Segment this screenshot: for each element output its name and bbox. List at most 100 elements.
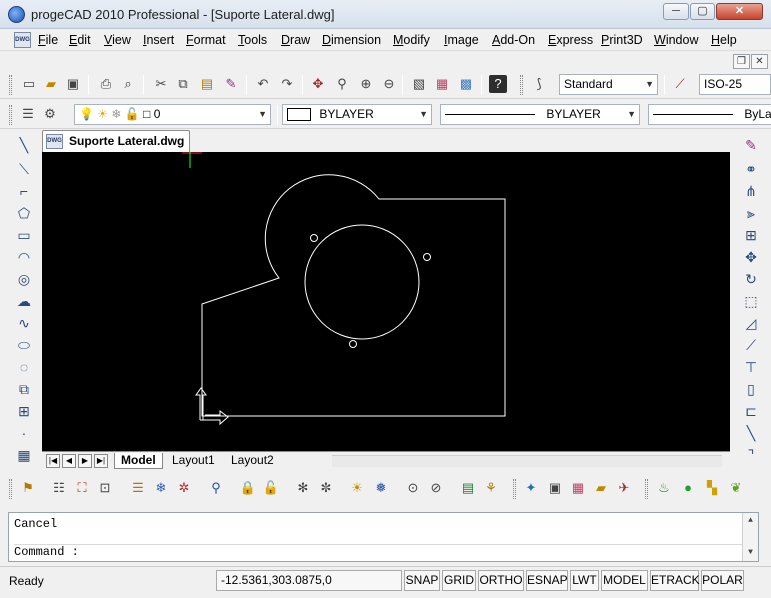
thaw-all-icon[interactable]: ✻ xyxy=(294,479,312,497)
match-properties-icon[interactable]: ✎ xyxy=(222,75,240,93)
toolbar-grip[interactable] xyxy=(9,75,12,95)
scroll-down-icon[interactable]: ▼ xyxy=(743,547,758,559)
next-tab-button[interactable]: ▶ xyxy=(78,454,92,468)
render-icon[interactable]: ✦ xyxy=(522,479,540,497)
lwt-toggle[interactable]: LWT xyxy=(570,570,599,591)
menu-draw[interactable]: Draw xyxy=(281,33,310,47)
trim-icon[interactable]: ⊤ xyxy=(742,358,760,376)
make-block-icon[interactable]: ⊞ xyxy=(15,402,33,420)
text-style-dropdown[interactable]: Standard ▼ xyxy=(559,74,658,95)
spline-icon[interactable]: ∿ xyxy=(15,314,33,332)
menu-print3d[interactable]: Print3D xyxy=(601,33,643,47)
zoom-previous-icon[interactable]: ⊖ xyxy=(380,75,398,93)
open-folder-icon[interactable]: ▰ xyxy=(42,75,60,93)
properties-icon[interactable]: ▧ xyxy=(410,75,428,93)
horizontal-scrollbar[interactable] xyxy=(332,455,722,467)
layer-dropdown[interactable]: 💡 ☀ ❄ 🔓 □ 0 ▼ xyxy=(74,104,271,125)
zoom-realtime-icon[interactable]: ⚲ xyxy=(333,75,351,93)
mdi-restore-button[interactable]: ❐ xyxy=(733,54,750,69)
infinite-line-icon[interactable]: ⟍ xyxy=(15,160,33,178)
insert-block-icon[interactable]: ⧉ xyxy=(15,380,33,398)
layer-change-icon[interactable]: ⛶ xyxy=(73,479,91,497)
last-tab-button[interactable]: ▶| xyxy=(94,454,108,468)
menu-modify[interactable]: Modify xyxy=(393,33,430,47)
toolbar-grip[interactable] xyxy=(9,105,12,125)
linetype-dropdown[interactable]: BYLAYER ▼ xyxy=(440,104,640,125)
lengthen-icon[interactable]: ⟋ xyxy=(742,336,760,354)
command-scrollbar[interactable]: ▲ ▼ xyxy=(742,513,758,561)
toolbar-grip[interactable] xyxy=(513,479,516,499)
menu-help[interactable]: Help xyxy=(711,33,737,47)
image-attach-icon[interactable]: ▣ xyxy=(546,479,564,497)
layer-match-icon[interactable]: ☷ xyxy=(50,479,68,497)
extend-icon[interactable]: ▯ xyxy=(742,380,760,398)
esnap-toggle[interactable]: ESNAP xyxy=(526,570,568,591)
layer-lock-all-icon[interactable]: ⊙ xyxy=(404,479,422,497)
point-icon[interactable]: · xyxy=(15,424,33,442)
help-icon[interactable]: ? xyxy=(489,75,507,93)
line-icon[interactable]: ╲ xyxy=(15,136,33,154)
polyline-icon[interactable]: ⌐ xyxy=(15,182,33,200)
offset-icon[interactable]: ⫸ xyxy=(742,204,760,222)
cloud-icon[interactable]: ☁ xyxy=(15,292,33,310)
model-toggle[interactable]: MODEL xyxy=(601,570,648,591)
green-circle-icon[interactable]: ● xyxy=(679,479,697,497)
pan-icon[interactable]: ✥ xyxy=(309,75,327,93)
print-preview-icon[interactable]: ⌕ xyxy=(119,75,137,93)
layer-delete-icon[interactable]: ▤ xyxy=(459,479,477,497)
lineweight-dropdown[interactable]: ByLa xyxy=(648,104,771,125)
layer-previous-icon[interactable]: ⚙ xyxy=(41,105,59,123)
scroll-up-icon[interactable]: ▲ xyxy=(743,515,758,527)
redo-icon[interactable]: ↷ xyxy=(278,75,296,93)
command-window[interactable]: Cancel Command : ▲ ▼ xyxy=(8,512,759,562)
tab-layout2[interactable]: Layout2 xyxy=(225,453,280,469)
first-tab-button[interactable]: |◀ xyxy=(46,454,60,468)
previous-tab-button[interactable]: ◀ xyxy=(62,454,76,468)
array-icon[interactable]: ⊞ xyxy=(742,226,760,244)
mdi-close-button[interactable]: ✕ xyxy=(751,54,768,69)
rotate-icon[interactable]: ↻ xyxy=(742,270,760,288)
dimension-style-dropdown[interactable]: ISO-25 xyxy=(699,74,771,95)
toolbar-grip[interactable] xyxy=(520,75,523,95)
menu-file[interactable]: File xyxy=(38,33,58,47)
print-icon[interactable]: ⎙ xyxy=(97,75,115,93)
break-icon[interactable]: ⊏ xyxy=(742,402,760,420)
layer-walk-icon[interactable]: ⚲ xyxy=(207,479,225,497)
layer-isolate-icon[interactable]: ⊡ xyxy=(96,479,114,497)
layers-on-icon[interactable]: ☀ xyxy=(348,479,366,497)
fillet-icon[interactable]: ⌝ xyxy=(742,446,760,464)
layer-freeze-icon[interactable]: ❄ xyxy=(152,479,170,497)
menu-view[interactable]: View xyxy=(104,33,131,47)
tool-palettes-icon[interactable]: ▩ xyxy=(457,75,475,93)
hatch-icon[interactable]: ▦ xyxy=(15,446,33,464)
menu-image[interactable]: Image xyxy=(444,33,479,47)
tab-layout1[interactable]: Layout1 xyxy=(166,453,221,469)
checker-icon[interactable]: ▚ xyxy=(703,479,721,497)
command-input-line[interactable]: Command : xyxy=(14,544,742,559)
polar-toggle[interactable]: POLAR xyxy=(701,570,744,591)
zoom-window-icon[interactable]: ⊕ xyxy=(357,75,375,93)
arc-icon[interactable]: ◠ xyxy=(15,248,33,266)
ellipse-icon[interactable]: ⬭ xyxy=(15,336,33,354)
layer-manager-icon[interactable]: ☰ xyxy=(19,105,37,123)
layers-thaw-icon[interactable]: ❅ xyxy=(372,479,390,497)
layer-merge-icon[interactable]: ✲ xyxy=(175,479,193,497)
layer-unlock-all-icon[interactable]: ⊘ xyxy=(427,479,445,497)
freeze-vp-icon[interactable]: ✼ xyxy=(317,479,335,497)
scale-icon[interactable]: ⬚ xyxy=(742,292,760,310)
layer-translate-icon[interactable]: ⚘ xyxy=(482,479,500,497)
erase-icon[interactable]: ✎ xyxy=(742,136,760,154)
pdf-icon[interactable]: ✈ xyxy=(615,479,633,497)
grid-toggle[interactable]: GRID xyxy=(442,570,476,591)
layer-unlock-icon[interactable]: 🔓 xyxy=(262,479,280,497)
color-dropdown[interactable]: BYLAYER ▼ xyxy=(282,104,432,125)
move-icon[interactable]: ✥ xyxy=(742,248,760,266)
copy-object-icon[interactable]: ⚭ xyxy=(742,160,760,178)
rectangle-icon[interactable]: ▭ xyxy=(15,226,33,244)
leaf-icon[interactable]: ❦ xyxy=(727,479,745,497)
drawing-tab[interactable]: DWG Suporte Lateral.dwg xyxy=(42,130,190,152)
drawing-canvas[interactable] xyxy=(42,152,730,451)
undo-icon[interactable]: ↶ xyxy=(254,75,272,93)
chamfer-icon[interactable]: ╲ xyxy=(742,424,760,442)
stretch-icon[interactable]: ◿ xyxy=(742,314,760,332)
